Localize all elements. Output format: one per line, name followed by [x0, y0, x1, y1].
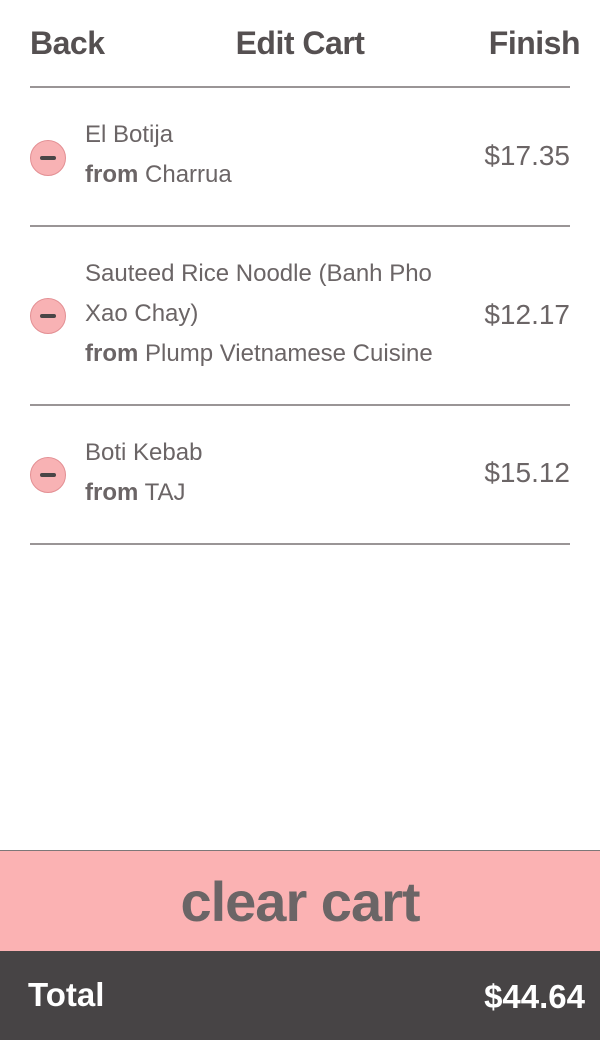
- item-restaurant-line: from TAJ: [85, 473, 475, 513]
- item-name: Sauteed Rice Noodle (Banh Pho: [85, 260, 432, 287]
- restaurant-name: TAJ: [144, 479, 186, 506]
- item-restaurant-line: from Charrua: [85, 155, 475, 195]
- item-restaurant-line: from Plump Vietnamese Cuisine: [85, 334, 475, 374]
- remove-item-button[interactable]: [30, 298, 66, 334]
- divider: [30, 543, 570, 545]
- back-button[interactable]: Back: [30, 24, 105, 62]
- item-details: El Botija from Charrua: [85, 115, 475, 195]
- restaurant-name: Plump Vietnamese Cuisine: [145, 340, 433, 367]
- minus-circle-icon: [40, 473, 56, 477]
- item-price: $12.17: [484, 299, 570, 330]
- cart-item: El Botija from Charrua $17.35: [30, 88, 570, 225]
- remove-item-button[interactable]: [30, 140, 66, 176]
- minus-circle-icon: [40, 156, 56, 160]
- cart-item: Boti Kebab from TAJ $15.12: [30, 406, 570, 543]
- finish-button[interactable]: Finish: [489, 24, 581, 62]
- restaurant-name: Charrua: [145, 161, 232, 188]
- item-price: $15.12: [484, 457, 570, 488]
- cart-item: Sauteed Rice Noodle (Banh Pho Xao Chay) …: [30, 227, 570, 404]
- item-name-continued: Xao Chay): [85, 300, 199, 327]
- header-bar: Edit Cart Back Finish: [0, 0, 600, 86]
- item-details: Boti Kebab from TAJ: [85, 433, 475, 513]
- from-label: from: [85, 479, 139, 506]
- item-details: Sauteed Rice Noodle (Banh Pho Xao Chay) …: [85, 254, 475, 374]
- minus-circle-icon: [40, 314, 56, 318]
- item-name: Boti Kebab: [85, 439, 203, 466]
- from-label: from: [85, 161, 139, 188]
- edit-cart-screen: Edit Cart Back Finish El Botija from Cha…: [0, 0, 600, 1040]
- total-value: $44.64: [484, 978, 585, 1015]
- remove-item-button[interactable]: [30, 457, 66, 493]
- item-name: El Botija: [85, 121, 174, 148]
- clear-cart-button[interactable]: clear cart: [0, 850, 600, 951]
- total-bar: Total $44.64: [0, 951, 600, 1040]
- total-label: Total: [28, 976, 105, 1013]
- item-price: $17.35: [484, 140, 570, 171]
- clear-cart-label: clear cart: [180, 869, 420, 933]
- from-label: from: [85, 340, 139, 367]
